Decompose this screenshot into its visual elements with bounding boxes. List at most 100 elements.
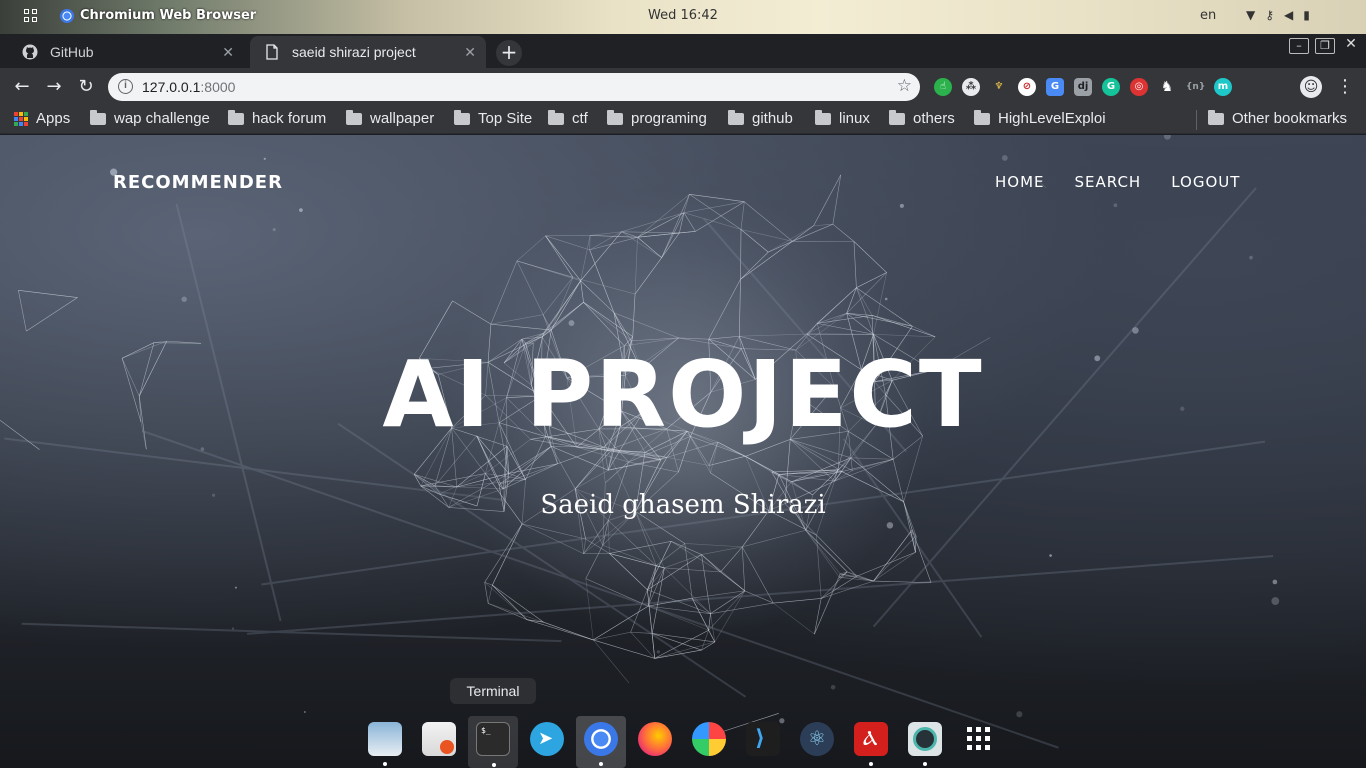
- tab-saeid-shirazi-project[interactable]: saeid shirazi project ✕: [250, 36, 486, 68]
- grammarly-icon[interactable]: G: [1102, 78, 1120, 96]
- menu-icon[interactable]: ⋮: [1336, 76, 1354, 98]
- chromium-icon[interactable]: [584, 722, 618, 766]
- folder-icon: [228, 109, 244, 125]
- gnu-icon[interactable]: ♞: [1158, 78, 1176, 96]
- folder-icon: [889, 109, 905, 125]
- mercury-icon[interactable]: m: [1214, 78, 1232, 96]
- bookmark-others[interactable]: others: [889, 109, 955, 127]
- back-arrow-icon[interactable]: ←: [10, 75, 34, 99]
- bookmark-label: programing: [631, 110, 707, 127]
- site-brand[interactable]: RECOMMENDER: [113, 172, 283, 193]
- python-icon[interactable]: ♆: [990, 78, 1008, 96]
- system-tray[interactable]: ▼ ⚷ ◀ ▮: [1246, 8, 1310, 22]
- forward-arrow-icon[interactable]: →: [42, 75, 66, 99]
- pdf-reader-icon[interactable]: Ⲁ: [854, 722, 888, 766]
- tab-label: GitHub: [50, 44, 94, 60]
- language-indicator[interactable]: en: [1200, 8, 1216, 23]
- bookmark-label: ctf: [572, 110, 588, 127]
- profile-avatar[interactable]: ☺: [1300, 76, 1322, 98]
- tab-github[interactable]: GitHub ✕: [8, 36, 244, 68]
- new-tab-button[interactable]: +: [496, 40, 522, 66]
- folder-icon: [815, 109, 831, 125]
- close-icon[interactable]: ✕: [222, 44, 234, 61]
- paint-icon[interactable]: [692, 722, 726, 756]
- bookmark-top-site[interactable]: Top Site: [454, 109, 533, 127]
- url-text[interactable]: 127.0.0.1:8000: [142, 79, 235, 95]
- hero-title: AI PROJECT: [382, 341, 984, 448]
- bookmark-label: github: [752, 110, 793, 127]
- page-icon: [266, 44, 278, 60]
- bookmark-star-icon[interactable]: ☆: [897, 76, 912, 96]
- reload-icon[interactable]: ↻: [74, 75, 98, 99]
- touch-icon[interactable]: ☝: [934, 78, 952, 96]
- app-title: Chromium Web Browser: [80, 8, 257, 23]
- system-top-bar: Chromium Web Browser Wed 16:42 en ▼ ⚷ ◀ …: [0, 0, 1366, 34]
- close-icon[interactable]: ✕: [464, 44, 476, 61]
- bookmark-label: wallpaper: [370, 110, 435, 127]
- translate-icon[interactable]: G: [1046, 78, 1064, 96]
- atom-icon[interactable]: ⚛: [800, 722, 834, 756]
- chromium-icon: [60, 8, 74, 23]
- minimize-icon[interactable]: –: [1289, 38, 1309, 54]
- folder-icon: [548, 109, 564, 125]
- dock: $_ ➤ ⟩ ⚛ Ⲁ: [360, 716, 1006, 768]
- bookmark-wallpaper[interactable]: wallpaper: [346, 109, 435, 127]
- bookmark-programing[interactable]: programing: [607, 109, 707, 127]
- extensions-area: ☝ ⁂ ♆ ⊘ G dj G ◎ ♞ {n} m: [934, 78, 1232, 96]
- software-center-icon[interactable]: [422, 722, 456, 756]
- maximize-icon[interactable]: ❐: [1315, 38, 1335, 54]
- browser-toolbar: ← → ↻ i 127.0.0.1:8000 ☆ ☝ ⁂ ♆ ⊘ G dj G …: [0, 68, 1366, 106]
- bookmark-highlevelexploit[interactable]: HighLevelExploi: [974, 110, 1109, 127]
- bookmarks-divider: [1196, 110, 1197, 130]
- folder-icon: [346, 109, 362, 125]
- activities-icon[interactable]: [24, 9, 40, 25]
- volume-icon: ◀: [1284, 8, 1294, 22]
- bookmark-apps[interactable]: Apps: [14, 110, 70, 127]
- camera-icon[interactable]: [908, 722, 942, 766]
- json-icon[interactable]: {n}: [1186, 78, 1205, 96]
- wifi-icon: ▼: [1246, 8, 1256, 22]
- vscode-icon[interactable]: ⟩: [746, 722, 780, 756]
- web-page: RECOMMENDER HOME SEARCH LOGOUT AI PROJEC…: [0, 135, 1366, 768]
- app-menu[interactable]: Chromium Web Browser: [60, 8, 256, 23]
- folder-icon: [974, 110, 990, 125]
- bookmark-label: Apps: [36, 110, 71, 127]
- network-mesh-background: [0, 135, 1280, 749]
- extension-icon[interactable]: ⁂: [962, 78, 980, 96]
- folder-icon: [728, 109, 744, 125]
- dock-tooltip: Terminal: [450, 678, 536, 704]
- bookmark-linux[interactable]: linux: [815, 109, 870, 127]
- telegram-icon[interactable]: ➤: [530, 722, 564, 756]
- bookmark-label: Top Site: [478, 110, 533, 127]
- tab-label: saeid shirazi project: [292, 44, 416, 60]
- firefox-icon[interactable]: [638, 722, 672, 756]
- bookmark-label: HighLevelExploi: [998, 110, 1106, 127]
- bookmark-hack-forum[interactable]: hack forum: [228, 109, 327, 127]
- bookmark-label: hack forum: [252, 110, 327, 127]
- nav-logout[interactable]: LOGOUT: [1171, 173, 1240, 191]
- show-apps-icon[interactable]: [962, 722, 996, 756]
- folder-icon: [454, 109, 470, 125]
- nav-home[interactable]: HOME: [995, 173, 1045, 191]
- files-icon[interactable]: [368, 722, 402, 766]
- bookmarks-bar: Apps wap challenge hack forum wallpaper …: [0, 106, 1366, 134]
- block-icon[interactable]: ⊘: [1018, 78, 1036, 96]
- site-nav: HOME SEARCH LOGOUT: [995, 173, 1240, 191]
- clock[interactable]: Wed 16:42: [648, 8, 718, 23]
- window-close-icon[interactable]: ✕: [1341, 37, 1361, 54]
- apps-grid-icon: [14, 111, 28, 126]
- terminal-icon[interactable]: $_: [476, 722, 510, 767]
- bookmark-label: linux: [839, 110, 870, 127]
- dj-icon[interactable]: dj: [1074, 78, 1092, 96]
- bookmark-ctf[interactable]: ctf: [548, 109, 588, 127]
- address-bar[interactable]: i 127.0.0.1:8000 ☆: [108, 73, 920, 101]
- bookmark-other-bookmarks[interactable]: Other bookmarks: [1208, 109, 1347, 127]
- folder-icon: [607, 109, 623, 125]
- target-icon[interactable]: ◎: [1130, 78, 1148, 96]
- bookmark-wap-challenge[interactable]: wap challenge: [90, 109, 210, 127]
- bookmark-github[interactable]: github: [728, 109, 793, 127]
- info-icon[interactable]: i: [118, 79, 133, 94]
- github-icon: [22, 44, 38, 60]
- nav-search[interactable]: SEARCH: [1075, 173, 1142, 191]
- folder-icon: [1208, 109, 1224, 125]
